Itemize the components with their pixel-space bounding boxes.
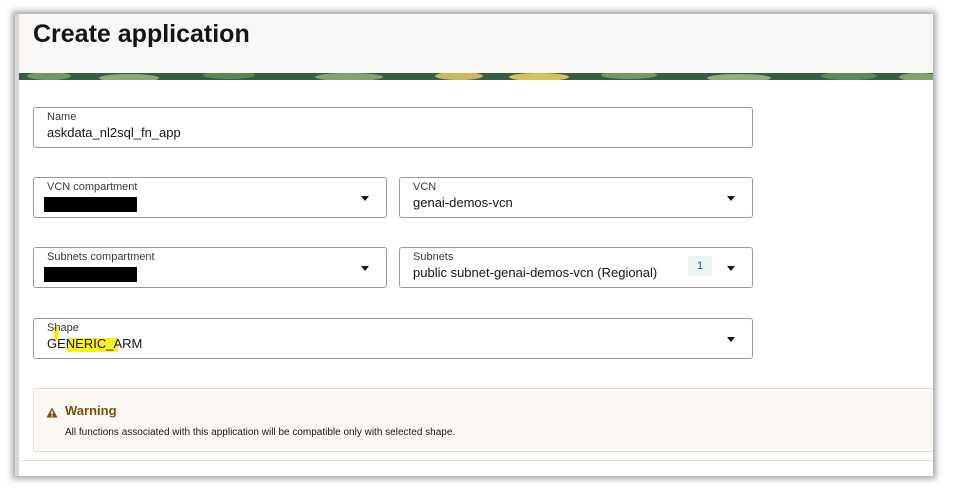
subnets-value: public subnet-genai-demos-vcn (Regional) <box>413 265 658 280</box>
name-input[interactable]: askdata_nl2sql_fn_app <box>47 125 181 140</box>
selected-count-badge: 1 <box>688 256 712 276</box>
dialog-header: Create application <box>19 14 933 73</box>
vcn-label: VCN <box>413 181 437 193</box>
warning-triangle-icon <box>46 407 58 418</box>
shape-value: GENERIC_ARM <box>47 336 143 351</box>
chevron-down-icon[interactable] <box>727 266 735 271</box>
chevron-down-icon[interactable] <box>727 196 735 201</box>
vcn-value: genai-demos-vcn <box>413 195 513 210</box>
redacted-value <box>44 267 137 282</box>
warning-message: Warning All functions associated with th… <box>33 388 933 452</box>
divider <box>19 460 933 461</box>
vcn-compartment-select[interactable]: VCN compartment <box>33 177 387 218</box>
shape-label: Shape <box>47 322 79 334</box>
warning-text: All functions associated with this appli… <box>65 427 456 438</box>
warning-title: Warning <box>65 403 117 418</box>
subnets-compartment-select[interactable]: Subnets compartment <box>33 247 387 288</box>
vcn-compartment-label: VCN compartment <box>47 181 138 193</box>
page-title: Create application <box>33 20 250 48</box>
create-application-dialog: Create application Name askdata_nl2sql_f… <box>15 14 933 476</box>
name-label: Name <box>47 111 77 123</box>
subnets-compartment-label: Subnets compartment <box>47 251 155 263</box>
redacted-value <box>44 197 137 212</box>
vcn-select[interactable]: VCN genai-demos-vcn <box>399 177 753 218</box>
subnets-select[interactable]: Subnets public subnet-genai-demos-vcn (R… <box>399 247 753 288</box>
chevron-down-icon[interactable] <box>361 266 369 271</box>
chevron-down-icon[interactable] <box>361 196 369 201</box>
chevron-down-icon[interactable] <box>727 337 735 342</box>
name-field[interactable]: Name askdata_nl2sql_fn_app <box>33 107 753 148</box>
dialog-edge <box>15 14 19 476</box>
subnets-label: Subnets <box>413 251 454 263</box>
shape-select[interactable]: Shape GENERIC_ARM <box>33 318 753 359</box>
header-banner <box>19 73 933 80</box>
